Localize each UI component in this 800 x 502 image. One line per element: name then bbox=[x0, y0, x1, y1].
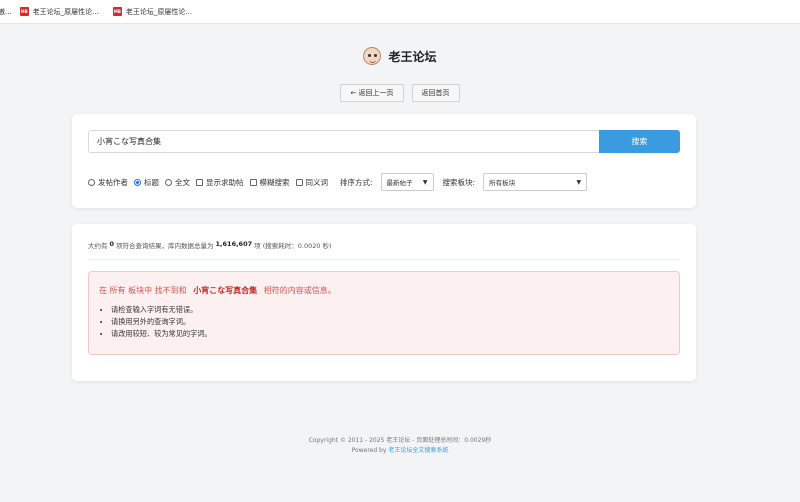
summary-suffix: 项 (搜索耗时：0.0020 秒) bbox=[254, 242, 332, 250]
bookmark-item[interactable]: MB 老王论坛_原屡性论... bbox=[112, 7, 193, 17]
radio-checked-icon[interactable] bbox=[134, 178, 141, 186]
tips-list: 请检查输入字词有无错误。 请换用另外的查询字词。 请改用较短、较为常见的字词。 bbox=[111, 304, 212, 340]
option-label: 同义词 bbox=[305, 177, 329, 187]
back-button[interactable]: ← 返回上一页 bbox=[340, 84, 404, 102]
search-options: 发帖作者 标题 全文 显示求助帖 模糊搜索 同义词 排序方式: 最新帖子 ▼ 搜… bbox=[88, 173, 588, 191]
board-label: 搜索板块: bbox=[442, 177, 476, 187]
option-label: 模糊搜索 bbox=[259, 177, 290, 187]
copyright-text: Copyright © 2011 - 2025 老王论坛 - 页面处理总时间：0… bbox=[308, 437, 492, 444]
site-logo-icon[interactable] bbox=[363, 47, 382, 65]
alert-prefix: 在 所有 板块中 找不到和 bbox=[99, 286, 187, 295]
summary-prefix: 大约有 bbox=[88, 242, 108, 250]
option-show-help[interactable]: 显示求助帖 bbox=[196, 177, 244, 188]
sort-label: 排序方式: bbox=[340, 177, 373, 187]
tip-item: 请改用较短、较为常见的字词。 bbox=[111, 328, 212, 340]
option-label: 标题 bbox=[144, 177, 159, 187]
alert-keyword: 小宵こな写真合集 bbox=[193, 286, 258, 295]
bookmark-item[interactable]: MB 老王论坛_原屡性论... bbox=[19, 7, 99, 17]
powered-by: Powered by 老王论坛全文搜索系统 bbox=[0, 446, 800, 456]
total-count: 1,616,607 bbox=[215, 240, 253, 248]
footer: Copyright © 2011 - 2025 老王论坛 - 页面处理总时间：0… bbox=[0, 436, 800, 456]
board-select-value: 所有板块 bbox=[489, 179, 516, 187]
option-title[interactable]: 标题 bbox=[134, 177, 159, 188]
powered-link[interactable]: 老王论坛全文搜索系统 bbox=[388, 447, 448, 454]
bookmark-label: 傲... bbox=[0, 7, 12, 16]
chevron-down-icon: ▼ bbox=[576, 178, 582, 186]
bookmark-label: 老王论坛_原屡性论... bbox=[125, 7, 193, 16]
radio-icon[interactable] bbox=[165, 178, 172, 186]
site-header: 老王论坛 bbox=[0, 47, 800, 65]
search-button[interactable]: 搜索 bbox=[599, 130, 680, 153]
nav-buttons: ← 返回上一页 返回首页 bbox=[0, 84, 800, 102]
bookmark-label: 老王论坛_原屡性论... bbox=[32, 7, 99, 16]
alert-suffix: 相符的内容或信息。 bbox=[263, 286, 336, 295]
option-fulltext[interactable]: 全文 bbox=[165, 177, 190, 188]
option-fuzzy[interactable]: 模糊搜索 bbox=[249, 177, 290, 188]
checkbox-icon[interactable] bbox=[249, 178, 257, 186]
site-title[interactable]: 老王论坛 bbox=[388, 48, 436, 65]
results-panel: 大约有 0 项符合查询结果，库内数据总量为 1,616,607 项 (搜索耗时：… bbox=[72, 224, 696, 381]
option-label: 显示求助帖 bbox=[206, 177, 244, 187]
option-label: 发帖作者 bbox=[98, 177, 128, 187]
chevron-down-icon: ▼ bbox=[422, 178, 428, 186]
bookmarks-bar: 傲... MB 老王论坛_原屡性论... MB 老王论坛_原屡性论... bbox=[0, 0, 800, 24]
tip-item: 请换用另外的查询字词。 bbox=[111, 316, 212, 328]
board-select[interactable]: 所有板块 ▼ bbox=[483, 173, 588, 191]
search-panel: 搜索 发帖作者 标题 全文 显示求助帖 模糊搜索 同义词 排序方式: 最新帖子 bbox=[72, 114, 696, 208]
summary-mid: 项符合查询结果，库内数据总量为 bbox=[116, 242, 214, 250]
no-results-alert: 在 所有 板块中 找不到和 小宵こな写真合集 相符的内容或信息。 请检查输入字词… bbox=[88, 271, 680, 355]
tip-item: 请检查输入字词有无错误。 bbox=[111, 304, 212, 316]
radio-icon[interactable] bbox=[88, 178, 95, 186]
sort-select-value: 最新帖子 bbox=[386, 179, 413, 187]
option-author[interactable]: 发帖作者 bbox=[88, 177, 128, 188]
result-count: 0 bbox=[109, 240, 115, 248]
option-synonym[interactable]: 同义词 bbox=[295, 177, 329, 188]
option-label: 全文 bbox=[175, 177, 190, 187]
bookmark-item[interactable]: 傲... bbox=[0, 7, 12, 17]
checkbox-icon[interactable] bbox=[295, 178, 303, 186]
site-favicon-icon: MB bbox=[19, 7, 29, 16]
results-summary: 大约有 0 项符合查询结果，库内数据总量为 1,616,607 项 (搜索耗时：… bbox=[88, 240, 680, 260]
site-favicon-icon: MB bbox=[112, 7, 122, 16]
checkbox-icon[interactable] bbox=[196, 178, 203, 186]
sort-select[interactable]: 最新帖子 ▼ bbox=[380, 173, 434, 191]
powered-prefix: Powered by bbox=[351, 447, 387, 454]
search-input[interactable] bbox=[88, 130, 599, 153]
home-button[interactable]: 返回首页 bbox=[411, 84, 460, 102]
search-bar: 搜索 bbox=[88, 130, 680, 153]
alert-title: 在 所有 板块中 找不到和 小宵こな写真合集 相符的内容或信息。 bbox=[99, 285, 336, 296]
